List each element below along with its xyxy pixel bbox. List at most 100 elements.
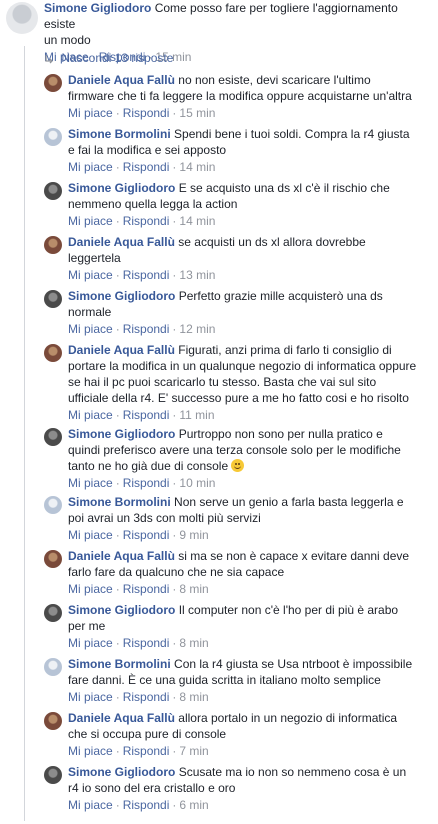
avatar[interactable] (44, 344, 62, 362)
reply-actions: Mi piace · Rispondi · 9 min (68, 528, 209, 542)
reply-message-line: firmware che ti fa leggere la modifica o… (68, 89, 412, 103)
reply-text: Daniele Aqua Fallù si ma se non è capace… (68, 548, 432, 580)
like-button[interactable]: Mi piace (68, 160, 113, 174)
hide-replies-toggle[interactable]: Nascondi 13 risposte (44, 50, 173, 66)
timestamp: 6 min (179, 798, 209, 812)
avatar[interactable] (44, 128, 62, 146)
reply-button[interactable]: Rispondi (123, 798, 170, 812)
reply-button[interactable]: Rispondi (123, 214, 170, 228)
reply-body: Simone Gigliodoro Perfetto grazie mille … (68, 288, 432, 337)
avatar[interactable] (44, 290, 62, 308)
smiling-face-emoji (231, 459, 245, 472)
reply-author[interactable]: Simone Bormolini (68, 127, 171, 141)
reply-message: no non esiste, devi scaricare l'ultimo (178, 73, 371, 87)
reply-message-line: ufficiale della r4. E' successo pure a m… (68, 391, 409, 405)
reply-actions: Mi piace · Rispondi · 6 min (68, 798, 209, 812)
reply-button[interactable]: Rispondi (123, 106, 170, 120)
like-button[interactable]: Mi piace (68, 476, 113, 490)
reply-author[interactable]: Daniele Aqua Fallù (68, 343, 175, 357)
reply-message: Figurati, anzi prima di farlo ti consigl… (178, 343, 392, 357)
reply-text: Simone Gigliodoro Scusate ma io non so n… (68, 764, 432, 796)
reply-message-line: che si occupa pure di console (68, 727, 227, 741)
like-button[interactable]: Mi piace (68, 636, 113, 650)
reply-text: Daniele Aqua Fallù no non esiste, devi s… (68, 72, 432, 104)
reply-body: Simone Gigliodoro Scusate ma io non so n… (68, 764, 432, 813)
like-button[interactable]: Mi piace (68, 408, 113, 422)
reply-author[interactable]: Simone Gigliodoro (68, 765, 175, 779)
like-button[interactable]: Mi piace (68, 744, 113, 758)
like-button[interactable]: Mi piace (68, 106, 113, 120)
reply-actions: Mi piace · Rispondi · 10 min (68, 476, 216, 490)
avatar[interactable] (44, 550, 62, 568)
reply-body: Daniele Aqua Fallù si ma se non è capace… (68, 548, 432, 597)
reply-author[interactable]: Simone Bormolini (68, 495, 171, 509)
like-button[interactable]: Mi piace (68, 798, 113, 812)
reply-message: Non serve un genio a farla basta leggerl… (174, 495, 404, 509)
reply-actions: Mi piace · Rispondi · 14 min (68, 160, 216, 174)
reply-button[interactable]: Rispondi (123, 268, 170, 282)
reply-body: Daniele Aqua Fallù se acquisti un ds xl … (68, 234, 432, 283)
like-button[interactable]: Mi piace (68, 322, 113, 336)
like-button[interactable]: Mi piace (68, 690, 113, 704)
reply-actions: Mi piace · Rispondi · 7 min (68, 744, 209, 758)
reply-message-line: r4 io sono del era cristallo e oro (68, 781, 236, 795)
reply-author[interactable]: Simone Gigliodoro (68, 603, 175, 617)
reply-button[interactable]: Rispondi (123, 322, 170, 336)
like-button[interactable]: Mi piace (68, 528, 113, 542)
avatar[interactable] (44, 182, 62, 200)
reply-body: Simone Gigliodoro Il computer non c'è l'… (68, 602, 432, 651)
reply-message: Il computer non c'è l'ho per di più è ar… (178, 603, 399, 617)
reply-message: si ma se non è capace x evitare danni de… (178, 549, 410, 563)
timestamp: 14 min (179, 214, 216, 228)
reply-button[interactable]: Rispondi (123, 582, 170, 596)
reply-author[interactable]: Simone Gigliodoro (68, 289, 175, 303)
avatar[interactable] (44, 74, 62, 92)
like-button[interactable]: Mi piace (68, 268, 113, 282)
reply-button[interactable]: Rispondi (123, 636, 170, 650)
like-button[interactable]: Mi piace (68, 582, 113, 596)
reply-button[interactable]: Rispondi (123, 744, 170, 758)
reply-text: Daniele Aqua Fallù Figurati, anzi prima … (68, 342, 432, 406)
reply-author[interactable]: Daniele Aqua Fallù (68, 235, 175, 249)
timestamp: 8 min (179, 636, 209, 650)
reply-message-line: quindi preferisco avere una terza consol… (68, 443, 401, 457)
reply-message: Spendi bene i tuoi soldi. Compra la r4 g… (174, 127, 410, 141)
reply-button[interactable]: Rispondi (123, 408, 170, 422)
reply-text: Simone Gigliodoro Purtroppo non sono per… (68, 426, 432, 474)
reply-text: Simone Gigliodoro Il computer non c'è l'… (68, 602, 432, 634)
timestamp: 11 min (179, 408, 215, 422)
reply-button[interactable]: Rispondi (123, 528, 170, 542)
avatar[interactable] (44, 712, 62, 730)
reply-author[interactable]: Daniele Aqua Fallù (68, 549, 175, 563)
reply-actions: Mi piace · Rispondi · 8 min (68, 690, 209, 704)
reply-text: Simone Gigliodoro E se acquisto una ds x… (68, 180, 432, 212)
avatar[interactable] (44, 428, 62, 446)
reply-author[interactable]: Simone Gigliodoro (68, 427, 175, 441)
reply-actions: Mi piace · Rispondi · 15 min (68, 106, 216, 120)
reply-text: Daniele Aqua Fallù se acquisti un ds xl … (68, 234, 432, 266)
reply-author[interactable]: Simone Bormolini (68, 657, 171, 671)
reply-button[interactable]: Rispondi (123, 160, 170, 174)
reply-author[interactable]: Daniele Aqua Fallù (68, 73, 175, 87)
comment-message-line-2: un modo (44, 33, 91, 47)
reply-message-line: se hai il pc puoi scaricarlo tu stesso. … (68, 375, 377, 389)
reply-author[interactable]: Simone Gigliodoro (68, 181, 175, 195)
reply-button[interactable]: Rispondi (123, 690, 170, 704)
like-button[interactable]: Mi piace (68, 214, 113, 228)
reply-actions: Mi piace · Rispondi · 8 min (68, 582, 209, 596)
reply-body: Daniele Aqua Fallù Figurati, anzi prima … (68, 342, 432, 423)
reply-button[interactable]: Rispondi (123, 476, 170, 490)
reply-body: Simone Bormolini Spendi bene i tuoi sold… (68, 126, 432, 175)
reply-message: allora portalo in un negozio di informat… (178, 711, 398, 725)
avatar[interactable] (44, 236, 62, 254)
reply-author[interactable]: Daniele Aqua Fallù (68, 711, 175, 725)
reply-message-line: leggertela (68, 251, 121, 265)
avatar[interactable] (6, 2, 38, 34)
comment-author[interactable]: Simone Gigliodoro (44, 1, 151, 15)
avatar[interactable] (44, 496, 62, 514)
avatar[interactable] (44, 604, 62, 622)
reply-text: Simone Gigliodoro Perfetto grazie mille … (68, 288, 432, 320)
avatar[interactable] (44, 658, 62, 676)
reply-message-line: e fai la modifica e sei apposto (68, 143, 227, 157)
avatar[interactable] (44, 766, 62, 784)
